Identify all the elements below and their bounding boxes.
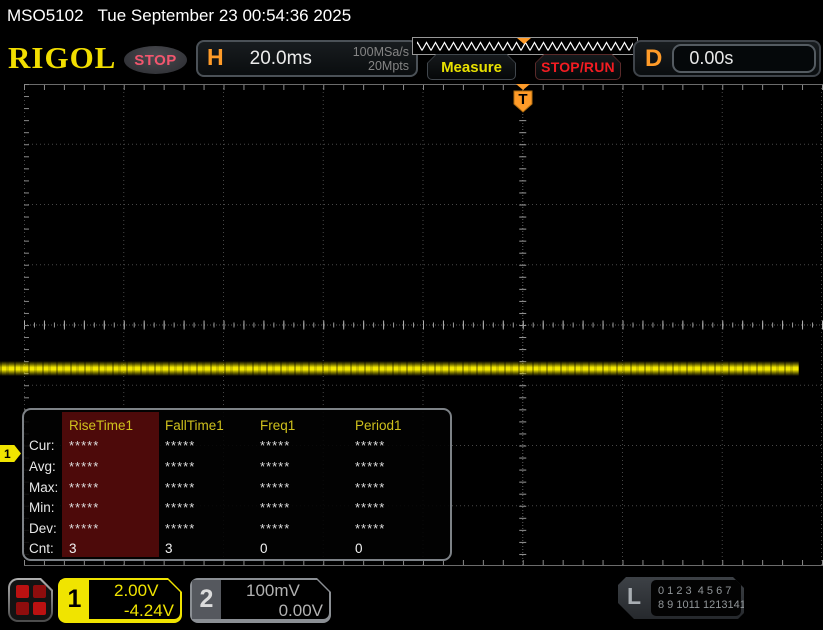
trigger-symbol: T (518, 91, 527, 108)
waveform-preview[interactable] (412, 37, 638, 55)
memory-depth: 20Mpts (368, 59, 409, 73)
logic-channels-row1: 0 1 2 3 4 5 6 7 (658, 584, 741, 598)
meas-value: ***** (355, 500, 450, 515)
logic-channels-row2: 8 9 1011 12131415 (658, 598, 741, 612)
status-bar: MSO5102 Tue September 23 00:54:36 2025 (0, 0, 823, 32)
ch1-trace (0, 361, 799, 376)
meas-value: ***** (260, 459, 355, 474)
meas-value: ***** (69, 480, 165, 495)
logic-label: L (627, 583, 641, 610)
trigger-marker-icon[interactable]: T (512, 84, 534, 114)
meas-value: ***** (165, 500, 260, 515)
horizontal-panel[interactable]: H 20.0ms 100MSa/s 20Mpts (196, 40, 418, 77)
logic-channels-block[interactable]: L 0 1 2 3 4 5 6 7 8 9 1011 12131415 (618, 577, 744, 619)
meas-col-header: Period1 (355, 418, 450, 433)
meas-row-label: Min: (29, 500, 69, 515)
rigol-logo: RIGOL (8, 40, 116, 76)
meas-value: ***** (260, 438, 355, 453)
preview-trigger-position-icon[interactable] (517, 38, 531, 44)
ch1-offset-flag[interactable]: 1 (0, 445, 21, 462)
meas-row-label: Dev: (29, 521, 69, 536)
measure-button[interactable]: Measure (427, 54, 516, 80)
meas-row-label: Avg: (29, 459, 69, 474)
meas-value: ***** (355, 480, 450, 495)
menu-grid-button[interactable] (8, 578, 53, 622)
model-name: MSO5102 (7, 6, 84, 26)
channel-2-number: 2 (192, 580, 221, 619)
meas-value: ***** (69, 521, 165, 536)
meas-col-header: FallTime1 (165, 418, 260, 433)
meas-value: ***** (355, 521, 450, 536)
meas-value: ***** (69, 438, 165, 453)
meas-value: ***** (69, 459, 165, 474)
channel-1-offset: -4.24V (94, 601, 174, 621)
measure-button-label: Measure (441, 59, 502, 76)
meas-count: 0 (260, 541, 355, 556)
channel-1-scale: 2.00V (114, 581, 158, 601)
meas-value: ***** (165, 480, 260, 495)
grid-squares-icon (10, 580, 51, 620)
delay-icon: D (645, 45, 662, 73)
run-state-badge: STOP (124, 46, 187, 74)
oscilloscope-screen: MSO5102 Tue September 23 00:54:36 2025 R… (0, 0, 823, 630)
datetime: Tue September 23 00:54:36 2025 (98, 6, 352, 26)
meas-row-label: Max: (29, 480, 69, 495)
delay-value: 0.00s (672, 44, 816, 73)
measurement-table: RiseTime1 FallTime1 Freq1 Period1 Cur: *… (22, 408, 452, 561)
delay-panel[interactable]: D 0.00s (633, 40, 821, 77)
channel-1-number: 1 (60, 580, 89, 619)
meas-value: ***** (355, 459, 450, 474)
meas-value: ***** (260, 480, 355, 495)
meas-count: 3 (165, 541, 260, 556)
meas-col-header: RiseTime1 (69, 418, 165, 433)
meas-value: ***** (260, 521, 355, 536)
meas-value: ***** (355, 438, 450, 453)
meas-col-header: Freq1 (260, 418, 355, 433)
meas-row-label: Cur: (29, 438, 69, 453)
meas-row-label: Cnt: (29, 541, 69, 556)
meas-value: ***** (165, 459, 260, 474)
channel-1-block[interactable]: 1 2.00V -4.24V (58, 578, 182, 623)
meas-value: ***** (69, 500, 165, 515)
stop-run-button-label: STOP/RUN (541, 59, 615, 75)
sample-rate: 100MSa/s (353, 45, 409, 59)
meas-value: ***** (165, 438, 260, 453)
meas-value: ***** (260, 500, 355, 515)
stop-run-button[interactable]: STOP/RUN (535, 54, 621, 80)
meas-count: 3 (69, 541, 165, 556)
channel-2-scale: 100mV (246, 581, 300, 601)
channel-2-block[interactable]: 2 100mV 0.00V (190, 578, 331, 623)
meas-value: ***** (165, 521, 260, 536)
timebase-value: 20.0ms (250, 48, 312, 70)
channel-2-offset: 0.00V (226, 601, 323, 621)
meas-count: 0 (355, 541, 450, 556)
horizontal-icon: H (207, 44, 224, 71)
